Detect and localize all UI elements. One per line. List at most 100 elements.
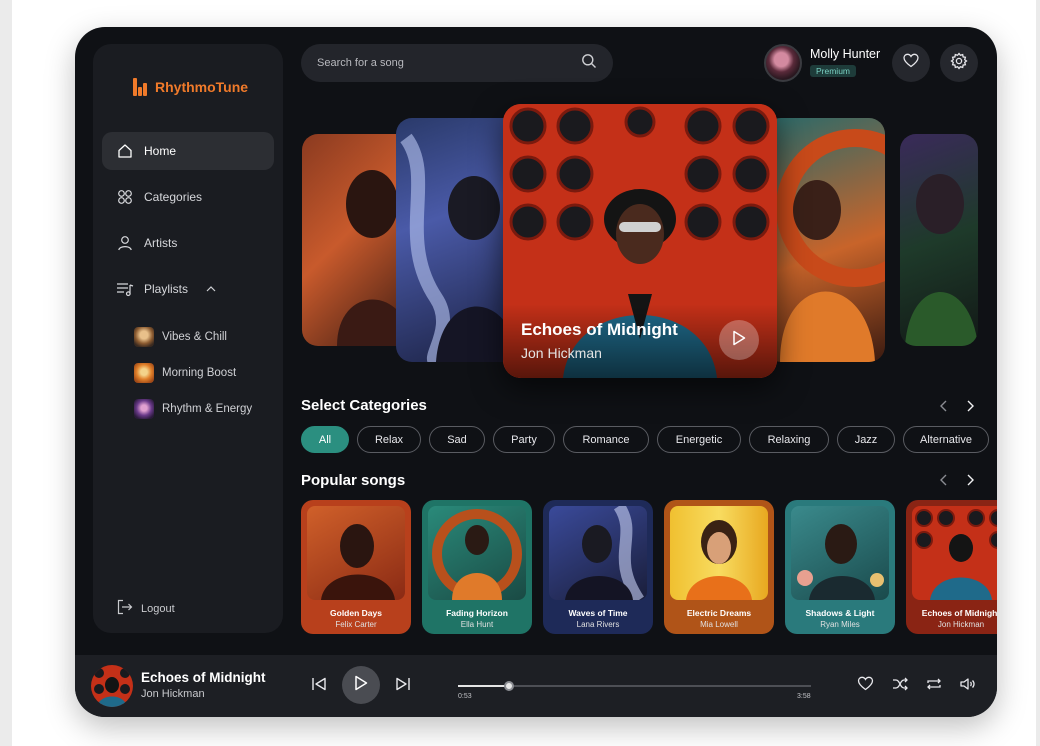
featured-play-button[interactable] xyxy=(719,320,759,360)
user-name: Molly Hunter xyxy=(810,47,881,61)
main-nav: Home Categories Artists Playlists xyxy=(102,132,274,316)
song-card[interactable]: Waves of Time Lana Rivers xyxy=(543,500,653,634)
sidebar-item-home[interactable]: Home xyxy=(102,132,274,170)
previous-button[interactable] xyxy=(309,676,329,696)
now-playing-artist: Jon Hickman xyxy=(141,688,205,700)
playlist-icon xyxy=(116,280,134,298)
song-card[interactable]: Golden Days Felix Carter xyxy=(301,500,411,634)
category-chip-energetic[interactable]: Energetic xyxy=(657,426,741,453)
shuffle-icon xyxy=(892,677,908,696)
category-chip-relax[interactable]: Relax xyxy=(357,426,421,453)
heart-icon xyxy=(903,53,919,73)
progress-handle[interactable] xyxy=(504,681,515,691)
playlist-item[interactable]: Rhythm & Energy xyxy=(134,391,252,427)
chevron-left-icon[interactable] xyxy=(937,400,949,412)
song-artist: Ella Hunt xyxy=(460,620,494,629)
playlist-thumbnail xyxy=(134,363,154,383)
category-chip-alternative[interactable]: Alternative xyxy=(903,426,989,453)
like-button[interactable] xyxy=(855,676,875,696)
song-artist: Mia Lowell xyxy=(700,620,738,629)
carousel-card[interactable] xyxy=(765,118,885,362)
song-title: Electric Dreams xyxy=(686,608,752,618)
popular-songs-nav xyxy=(937,474,977,486)
song-card[interactable]: Shadows & Light Ryan Miles xyxy=(785,500,895,634)
search-input[interactable] xyxy=(317,57,567,69)
page-background: RhythmoTune Home Categories Artists Play… xyxy=(12,0,1036,746)
song-title: Fading Horizon xyxy=(446,608,508,618)
popular-songs-row: Golden Days Felix Carter Fading Horizon … xyxy=(301,500,997,634)
chevron-up-icon[interactable] xyxy=(206,284,216,295)
song-card[interactable]: Echoes of Midnight Jon Hickman xyxy=(906,500,997,634)
playlist-label: Morning Boost xyxy=(162,367,237,379)
progress-bar[interactable] xyxy=(458,681,811,691)
category-chip-relaxing[interactable]: Relaxing xyxy=(749,426,829,453)
heart-icon xyxy=(857,676,874,696)
song-artwork xyxy=(791,506,889,600)
sidebar-item-label: Playlists xyxy=(144,282,189,296)
category-chips: All Relax Sad Party Romance Energetic Re… xyxy=(301,426,989,453)
song-artist: Ryan Miles xyxy=(820,620,860,629)
sidebar-item-categories[interactable]: Categories xyxy=(102,178,274,216)
gear-icon xyxy=(950,51,968,75)
categories-heading: Select Categories xyxy=(301,397,427,414)
carousel-card[interactable] xyxy=(900,134,978,346)
elapsed-time: 0:53 xyxy=(458,693,472,700)
volume-icon xyxy=(960,677,976,696)
song-artwork xyxy=(670,506,768,600)
chevron-right-icon[interactable] xyxy=(965,400,977,412)
song-artwork xyxy=(549,506,647,600)
song-artist: Lana Rivers xyxy=(576,620,620,629)
volume-button[interactable] xyxy=(958,676,978,696)
brand-logo[interactable]: RhythmoTune xyxy=(133,78,248,96)
play-icon xyxy=(354,675,368,696)
song-title: Waves of Time xyxy=(568,608,628,618)
logout-label: Logout xyxy=(141,602,175,615)
sidebar: RhythmoTune Home Categories Artists Play… xyxy=(93,44,283,633)
app-window: RhythmoTune Home Categories Artists Play… xyxy=(75,27,997,717)
user-icon xyxy=(116,234,134,252)
popular-songs-heading: Popular songs xyxy=(301,472,406,489)
avatar xyxy=(764,44,802,82)
sidebar-item-label: Categories xyxy=(144,190,203,204)
song-card[interactable]: Electric Dreams Mia Lowell xyxy=(664,500,774,634)
playlist-list: Vibes & Chill Morning Boost Rhythm & Ene… xyxy=(134,319,252,427)
category-chip-romance[interactable]: Romance xyxy=(563,426,649,453)
category-chip-jazz[interactable]: Jazz xyxy=(837,426,895,453)
song-artist: Felix Carter xyxy=(335,620,377,629)
brand-name: RhythmoTune xyxy=(155,79,249,95)
playlist-thumbnail xyxy=(134,327,154,347)
carousel-card[interactable] xyxy=(396,118,520,362)
progress-fill xyxy=(458,685,510,687)
chevron-right-icon[interactable] xyxy=(965,474,977,486)
sidebar-item-playlists[interactable]: Playlists xyxy=(102,270,274,308)
logout-button[interactable]: Logout xyxy=(117,599,175,618)
category-chip-sad[interactable]: Sad xyxy=(429,426,485,453)
category-chip-all[interactable]: All xyxy=(301,426,349,453)
repeat-icon xyxy=(926,677,942,696)
playlist-item[interactable]: Vibes & Chill xyxy=(134,319,252,355)
shuffle-button[interactable] xyxy=(890,676,910,696)
next-button[interactable] xyxy=(393,676,413,696)
favorites-button[interactable] xyxy=(892,44,930,82)
repeat-button[interactable] xyxy=(924,676,944,696)
category-chip-party[interactable]: Party xyxy=(493,426,555,453)
home-icon xyxy=(116,142,134,160)
player-bar: Echoes of Midnight Jon Hickman 0:53 3:58 xyxy=(75,655,997,717)
chevron-left-icon[interactable] xyxy=(937,474,949,486)
song-card[interactable]: Fading Horizon Ella Hunt xyxy=(422,500,532,634)
featured-track-card[interactable]: Echoes of Midnight Jon Hickman xyxy=(503,104,777,378)
song-title: Shadows & Light xyxy=(805,608,875,618)
sidebar-item-artists[interactable]: Artists xyxy=(102,224,274,262)
search-icon[interactable] xyxy=(581,53,597,74)
premium-badge: Premium xyxy=(810,65,857,77)
playlist-label: Rhythm & Energy xyxy=(162,403,253,415)
skip-forward-icon xyxy=(395,677,411,696)
playlist-thumbnail xyxy=(134,399,154,419)
featured-track-title: Echoes of Midnight xyxy=(521,320,678,339)
user-profile[interactable]: Molly Hunter Premium xyxy=(764,44,880,82)
play-button[interactable] xyxy=(342,666,380,704)
search-bar[interactable] xyxy=(301,44,613,82)
logo-icon xyxy=(133,78,149,96)
playlist-item[interactable]: Morning Boost xyxy=(134,355,252,391)
settings-button[interactable] xyxy=(940,44,978,82)
